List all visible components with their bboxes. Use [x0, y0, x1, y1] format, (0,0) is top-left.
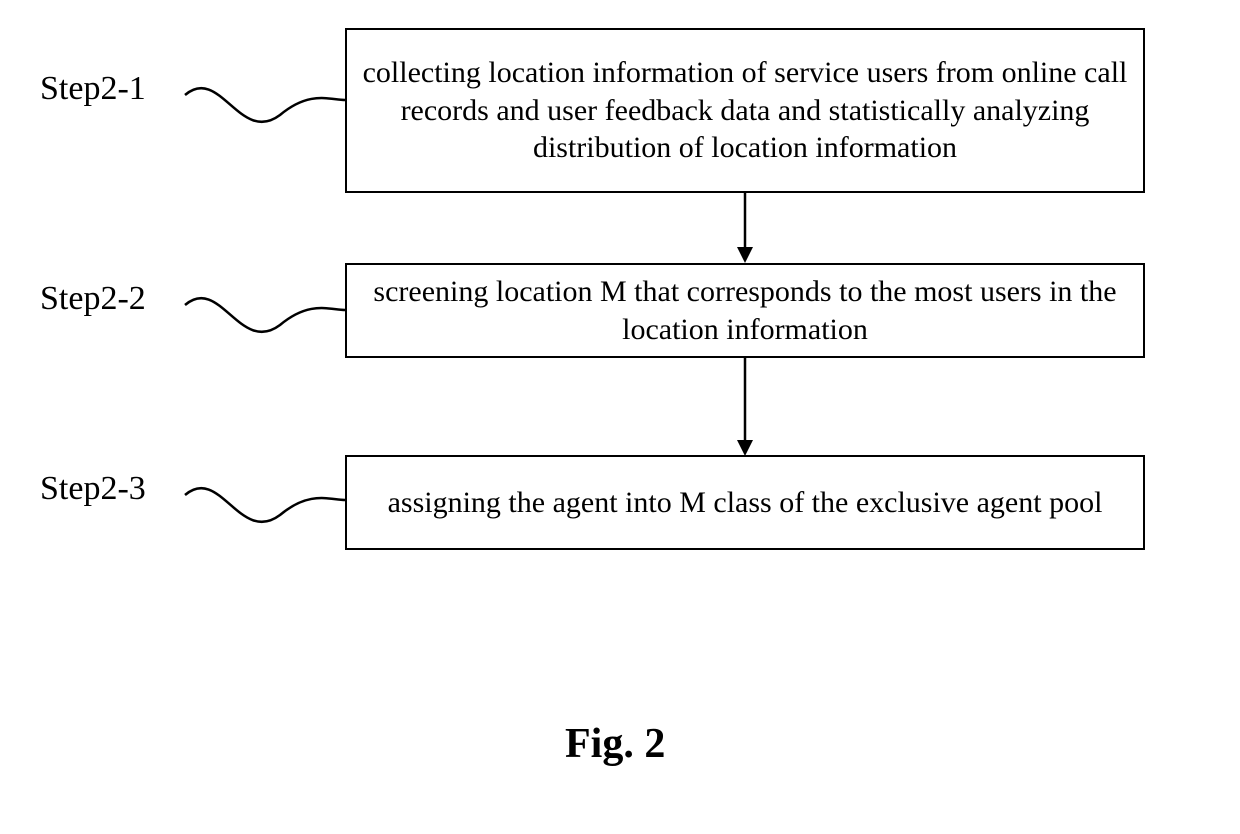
figure-caption: Fig. 2	[565, 720, 665, 768]
squiggle-connector-3	[180, 475, 350, 545]
flow-box-3-text: assigning the agent into M class of the …	[388, 484, 1103, 522]
flow-box-2: screening location M that corresponds to…	[345, 263, 1145, 358]
flow-box-2-text: screening location M that corresponds to…	[361, 273, 1129, 348]
flow-box-1: collecting location information of servi…	[345, 28, 1145, 193]
flow-box-1-text: collecting location information of servi…	[361, 54, 1129, 167]
flow-box-3: assigning the agent into M class of the …	[345, 455, 1145, 550]
step-label-3: Step2-3	[40, 470, 146, 508]
flowchart-canvas: Step2-1 Step2-2 Step2-3 collecting locat…	[0, 0, 1240, 834]
squiggle-connector-2	[180, 285, 350, 355]
arrow-2-to-3	[730, 358, 760, 458]
step-label-1: Step2-1	[40, 70, 146, 108]
step-label-2: Step2-2	[40, 280, 146, 318]
squiggle-connector-1	[180, 75, 350, 145]
arrow-1-to-2	[730, 193, 760, 265]
